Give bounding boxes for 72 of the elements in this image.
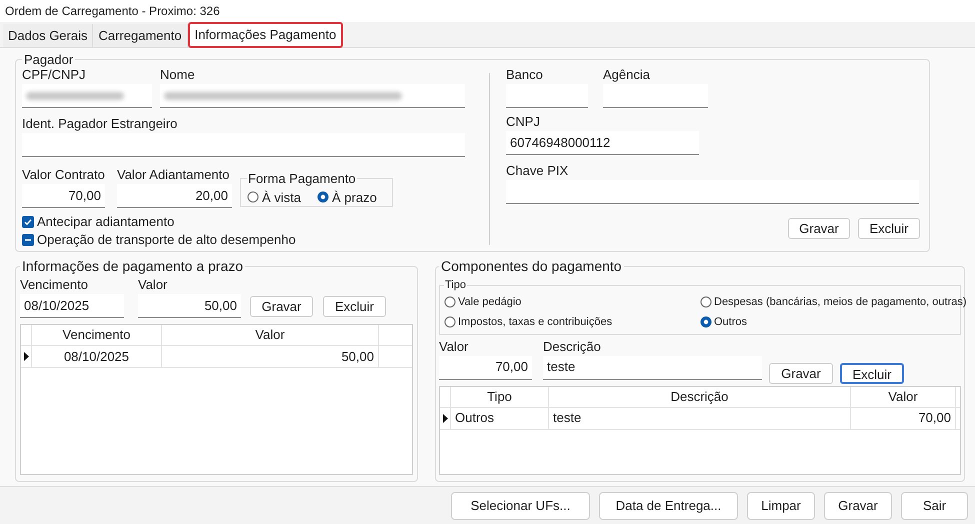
radio-icon[interactable] [444, 296, 456, 308]
table-cell: 08/10/2025 [32, 346, 162, 367]
radio-label: À vista [262, 188, 302, 206]
field-label: CNPJ [506, 114, 541, 129]
field-label: Valor Adiantamento [117, 167, 230, 182]
column-header[interactable]: Valor [851, 386, 956, 406]
column-header[interactable]: Vencimento [32, 325, 162, 345]
field-label: Valor [439, 338, 470, 354]
group-title: Informações de pagamento a prazo [21, 257, 244, 276]
radio-selected-icon[interactable] [317, 191, 330, 204]
tab[interactable]: Carregamento [93, 24, 188, 47]
input-field[interactable] [160, 84, 465, 108]
checkbox-checked-icon[interactable] [22, 216, 34, 228]
checkbox-label: Operação de transporte de alto desempenho [37, 232, 296, 247]
radio-label: Vale pedágio [458, 294, 522, 310]
group-title: Tipo [444, 278, 467, 293]
radio-icon[interactable] [444, 316, 456, 328]
input-field[interactable] [22, 133, 465, 157]
input-field[interactable]: 70,00 [439, 356, 532, 380]
radio-icon[interactable] [247, 191, 259, 204]
column-header[interactable]: Descrição [549, 386, 851, 406]
action-button[interactable]: Excluir [858, 218, 920, 239]
input-field[interactable]: 60746948000112 [506, 131, 699, 155]
footer-button[interactable]: Limpar [747, 492, 815, 520]
field-label: Agência [603, 67, 651, 82]
window-title: Ordem de Carregamento - Proximo: 326 [5, 3, 220, 20]
field-label: CPF/CNPJ [22, 67, 87, 82]
field-label: Banco [506, 67, 544, 82]
table-cell: teste [549, 408, 851, 428]
input-field[interactable] [506, 180, 919, 204]
checkbox-indeterminate-icon[interactable] [22, 234, 34, 246]
field-label: Nome [160, 67, 196, 82]
footer-button[interactable]: Data de Entrega... [599, 492, 738, 520]
radio-label: Impostos, taxas e contribuições [458, 315, 612, 330]
table-cell: Outros [451, 408, 549, 428]
input-field[interactable]: 20,00 [117, 184, 232, 208]
action-button[interactable]: Gravar [788, 218, 850, 239]
group-title: Pagador [23, 52, 74, 67]
checkbox-label: Antecipar adiantamento [37, 214, 174, 229]
field-label: Valor [138, 277, 168, 292]
input-field[interactable]: 70,00 [22, 184, 105, 208]
footer-button[interactable]: Gravar [824, 492, 892, 520]
field-label: Chave PIX [506, 163, 570, 178]
group-title: Componentes do pagamento [440, 257, 623, 276]
radio-selected-icon[interactable] [700, 316, 712, 328]
input-field[interactable] [603, 84, 708, 108]
footer-button[interactable]: Selecionar UFs... [451, 492, 590, 520]
input-field[interactable]: teste [543, 356, 762, 380]
footer-button[interactable]: Sair [901, 492, 968, 520]
action-button[interactable]: Gravar [250, 296, 313, 317]
input-field[interactable] [22, 84, 152, 108]
radio-label: À prazo [332, 188, 377, 207]
table-cell: 50,00 [162, 346, 379, 367]
action-button[interactable]: Gravar [769, 362, 833, 384]
field-label: Ident. Pagador Estrangeiro [22, 116, 178, 131]
input-field[interactable]: 50,00 [138, 294, 241, 318]
action-button[interactable]: Excluir [323, 296, 386, 317]
group-title: Forma Pagamento [247, 170, 357, 188]
input-field[interactable]: 08/10/2025 [20, 294, 124, 318]
tab[interactable]: Informações Pagamento [188, 22, 344, 48]
table-cell: 70,00 [851, 408, 956, 428]
radio-icon[interactable] [700, 296, 712, 308]
field-label: Descrição [543, 338, 602, 354]
input-field[interactable] [506, 84, 588, 108]
action-button[interactable]: Excluir [840, 362, 904, 384]
tab[interactable]: Dados Gerais [3, 24, 94, 47]
radio-label: Outros [714, 315, 748, 330]
column-header[interactable]: Valor [162, 325, 379, 345]
field-label: Vencimento [20, 277, 89, 292]
column-header[interactable]: Tipo [451, 386, 549, 406]
field-label: Valor Contrato [22, 167, 105, 182]
radio-label: Despesas (bancárias, meios de pagamento, outras) [714, 294, 967, 310]
